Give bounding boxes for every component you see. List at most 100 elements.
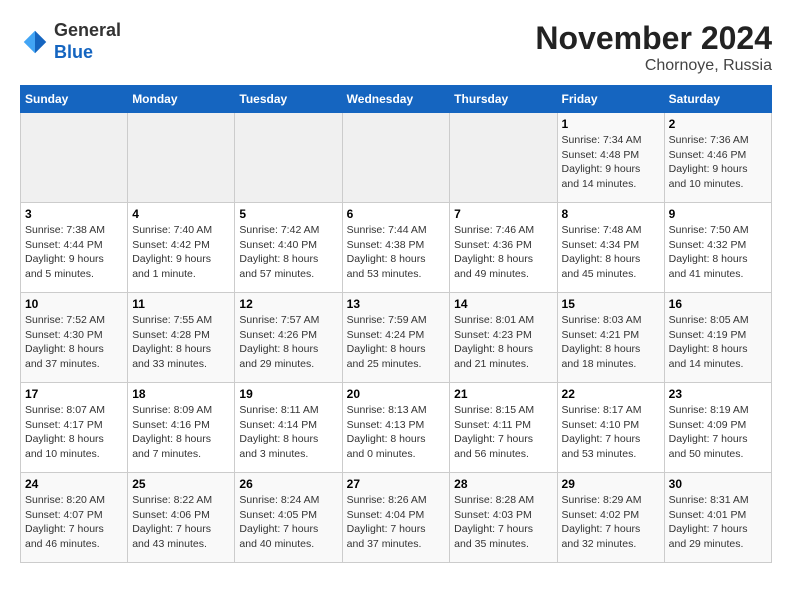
day-of-week-header: Thursday — [450, 86, 557, 113]
calendar-cell: 30Sunrise: 8:31 AM Sunset: 4:01 PM Dayli… — [664, 473, 771, 563]
calendar-cell: 25 Sunrise: 8:22 AM Sunset: 4:06 PM Dayli… — [128, 473, 235, 563]
day-number: 19 — [239, 387, 337, 401]
day-number: 24 — [25, 477, 123, 491]
day-info: Sunrise: 7:48 AM Sunset: 4:34 PM Dayligh… — [562, 223, 660, 282]
calendar-week-row: 10 Sunrise: 7:52 AM Sunset: 4:30 PM Dayli… — [21, 293, 772, 383]
day-info: Sunrise: 7:40 AM Sunset: 4:42 PM Dayligh… — [132, 223, 230, 282]
calendar-week-row: 3 Sunrise: 7:38 AM Sunset: 4:44 PM Daylig… — [21, 203, 772, 293]
logo-icon — [20, 27, 50, 57]
day-info: Sunrise: 8:22 AM Sunset: 4:06 PM Dayligh… — [132, 493, 230, 552]
day-number: 17 — [25, 387, 123, 401]
day-number: 28 — [454, 477, 552, 491]
title-area: November 2024 Chornoye, Russia — [535, 20, 772, 75]
calendar-cell: 6Sunrise: 7:44 AM Sunset: 4:38 PM Daylig… — [342, 203, 450, 293]
day-number: 12 — [239, 297, 337, 311]
day-number: 30 — [669, 477, 767, 491]
day-number: 11 — [132, 297, 230, 311]
calendar-cell — [128, 113, 235, 203]
day-number: 25 — [132, 477, 230, 491]
day-number: 10 — [25, 297, 123, 311]
calendar-cell: 9 Sunrise: 7:50 AM Sunset: 4:32 PM Daylig… — [664, 203, 771, 293]
calendar-cell: 2 Sunrise: 7:36 AM Sunset: 4:46 PM Daylig… — [664, 113, 771, 203]
calendar-week-row: 17 Sunrise: 8:07 AM Sunset: 4:17 PM Dayli… — [21, 383, 772, 473]
calendar-cell: 7 Sunrise: 7:46 AM Sunset: 4:36 PM Daylig… — [450, 203, 557, 293]
day-number: 3 — [25, 207, 123, 221]
logo: General Blue — [20, 20, 121, 63]
day-info: Sunrise: 8:05 AM Sunset: 4:19 PM Dayligh… — [669, 313, 767, 372]
calendar-week-row: 1 Sunrise: 7:34 AM Sunset: 4:48 PM Daylig… — [21, 113, 772, 203]
day-of-week-header: Tuesday — [235, 86, 342, 113]
day-number: 23 — [669, 387, 767, 401]
day-number: 2 — [669, 117, 767, 131]
calendar-cell: 18 Sunrise: 8:09 AM Sunset: 4:16 PM Dayli… — [128, 383, 235, 473]
day-info: Sunrise: 7:52 AM Sunset: 4:30 PM Dayligh… — [25, 313, 123, 372]
day-info: Sunrise: 7:59 AM Sunset: 4:24 PM Dayligh… — [347, 313, 446, 372]
day-info: Sunrise: 8:28 AM Sunset: 4:03 PM Dayligh… — [454, 493, 552, 552]
calendar-cell: 13 Sunrise: 7:59 AM Sunset: 4:24 PM Dayli… — [342, 293, 450, 383]
day-number: 27 — [347, 477, 446, 491]
day-info: Sunrise: 8:09 AM Sunset: 4:16 PM Dayligh… — [132, 403, 230, 462]
day-info: Sunrise: 7:57 AM Sunset: 4:26 PM Dayligh… — [239, 313, 337, 372]
calendar-week-row: 24 Sunrise: 8:20 AM Sunset: 4:07 PM Dayli… — [21, 473, 772, 563]
day-info: Sunrise: 8:03 AM Sunset: 4:21 PM Dayligh… — [562, 313, 660, 372]
day-number: 1 — [562, 117, 660, 131]
calendar-cell: 1 Sunrise: 7:34 AM Sunset: 4:48 PM Daylig… — [557, 113, 664, 203]
day-info: Sunrise: 8:17 AM Sunset: 4:10 PM Dayligh… — [562, 403, 660, 462]
day-info: Sunrise: 7:46 AM Sunset: 4:36 PM Dayligh… — [454, 223, 552, 282]
calendar-header-row: SundayMondayTuesdayWednesdayThursdayFrid… — [21, 86, 772, 113]
day-info: Sunrise: 7:34 AM Sunset: 4:48 PM Dayligh… — [562, 133, 660, 192]
day-info: Sunrise: 8:07 AM Sunset: 4:17 PM Dayligh… — [25, 403, 123, 462]
calendar-cell: 17 Sunrise: 8:07 AM Sunset: 4:17 PM Dayli… — [21, 383, 128, 473]
day-number: 15 — [562, 297, 660, 311]
calendar-cell: 3 Sunrise: 7:38 AM Sunset: 4:44 PM Daylig… — [21, 203, 128, 293]
calendar-cell — [342, 113, 450, 203]
logo-blue: Blue — [54, 42, 93, 62]
calendar-cell — [450, 113, 557, 203]
day-info: Sunrise: 8:19 AM Sunset: 4:09 PM Dayligh… — [669, 403, 767, 462]
day-info: Sunrise: 8:20 AM Sunset: 4:07 PM Dayligh… — [25, 493, 123, 552]
day-of-week-header: Sunday — [21, 86, 128, 113]
day-info: Sunrise: 8:11 AM Sunset: 4:14 PM Dayligh… — [239, 403, 337, 462]
day-info: Sunrise: 7:36 AM Sunset: 4:46 PM Dayligh… — [669, 133, 767, 192]
day-number: 26 — [239, 477, 337, 491]
calendar-cell: 10 Sunrise: 7:52 AM Sunset: 4:30 PM Dayli… — [21, 293, 128, 383]
calendar-cell: 23 Sunrise: 8:19 AM Sunset: 4:09 PM Dayli… — [664, 383, 771, 473]
day-number: 13 — [347, 297, 446, 311]
calendar-cell: 28 Sunrise: 8:28 AM Sunset: 4:03 PM Dayli… — [450, 473, 557, 563]
day-number: 14 — [454, 297, 552, 311]
calendar-cell: 5 Sunrise: 7:42 AM Sunset: 4:40 PM Daylig… — [235, 203, 342, 293]
header: General Blue November 2024 Chornoye, Rus… — [20, 20, 772, 75]
month-title: November 2024 — [535, 20, 772, 57]
day-number: 29 — [562, 477, 660, 491]
day-number: 5 — [239, 207, 337, 221]
day-number: 9 — [669, 207, 767, 221]
day-of-week-header: Wednesday — [342, 86, 450, 113]
day-info: Sunrise: 8:01 AM Sunset: 4:23 PM Dayligh… — [454, 313, 552, 372]
day-number: 22 — [562, 387, 660, 401]
logo-text: General Blue — [54, 20, 121, 63]
day-of-week-header: Friday — [557, 86, 664, 113]
day-info: Sunrise: 8:26 AM Sunset: 4:04 PM Dayligh… — [347, 493, 446, 552]
logo-general: General — [54, 20, 121, 40]
day-info: Sunrise: 7:38 AM Sunset: 4:44 PM Dayligh… — [25, 223, 123, 282]
calendar-cell: 20Sunrise: 8:13 AM Sunset: 4:13 PM Dayli… — [342, 383, 450, 473]
day-number: 7 — [454, 207, 552, 221]
calendar-cell: 21Sunrise: 8:15 AM Sunset: 4:11 PM Dayli… — [450, 383, 557, 473]
day-number: 8 — [562, 207, 660, 221]
calendar-cell: 24 Sunrise: 8:20 AM Sunset: 4:07 PM Dayli… — [21, 473, 128, 563]
calendar-cell: 4 Sunrise: 7:40 AM Sunset: 4:42 PM Daylig… — [128, 203, 235, 293]
day-number: 4 — [132, 207, 230, 221]
day-info: Sunrise: 7:55 AM Sunset: 4:28 PM Dayligh… — [132, 313, 230, 372]
calendar-cell: 29 Sunrise: 8:29 AM Sunset: 4:02 PM Dayli… — [557, 473, 664, 563]
calendar-cell: 12 Sunrise: 7:57 AM Sunset: 4:26 PM Dayli… — [235, 293, 342, 383]
calendar-cell: 11 Sunrise: 7:55 AM Sunset: 4:28 PM Dayli… — [128, 293, 235, 383]
day-info: Sunrise: 8:29 AM Sunset: 4:02 PM Dayligh… — [562, 493, 660, 552]
day-of-week-header: Saturday — [664, 86, 771, 113]
day-of-week-header: Monday — [128, 86, 235, 113]
day-info: Sunrise: 8:15 AM Sunset: 4:11 PM Dayligh… — [454, 403, 552, 462]
day-info: Sunrise: 7:50 AM Sunset: 4:32 PM Dayligh… — [669, 223, 767, 282]
calendar-cell: 15 Sunrise: 8:03 AM Sunset: 4:21 PM Dayli… — [557, 293, 664, 383]
day-info: Sunrise: 7:42 AM Sunset: 4:40 PM Dayligh… — [239, 223, 337, 282]
day-number: 18 — [132, 387, 230, 401]
day-number: 16 — [669, 297, 767, 311]
